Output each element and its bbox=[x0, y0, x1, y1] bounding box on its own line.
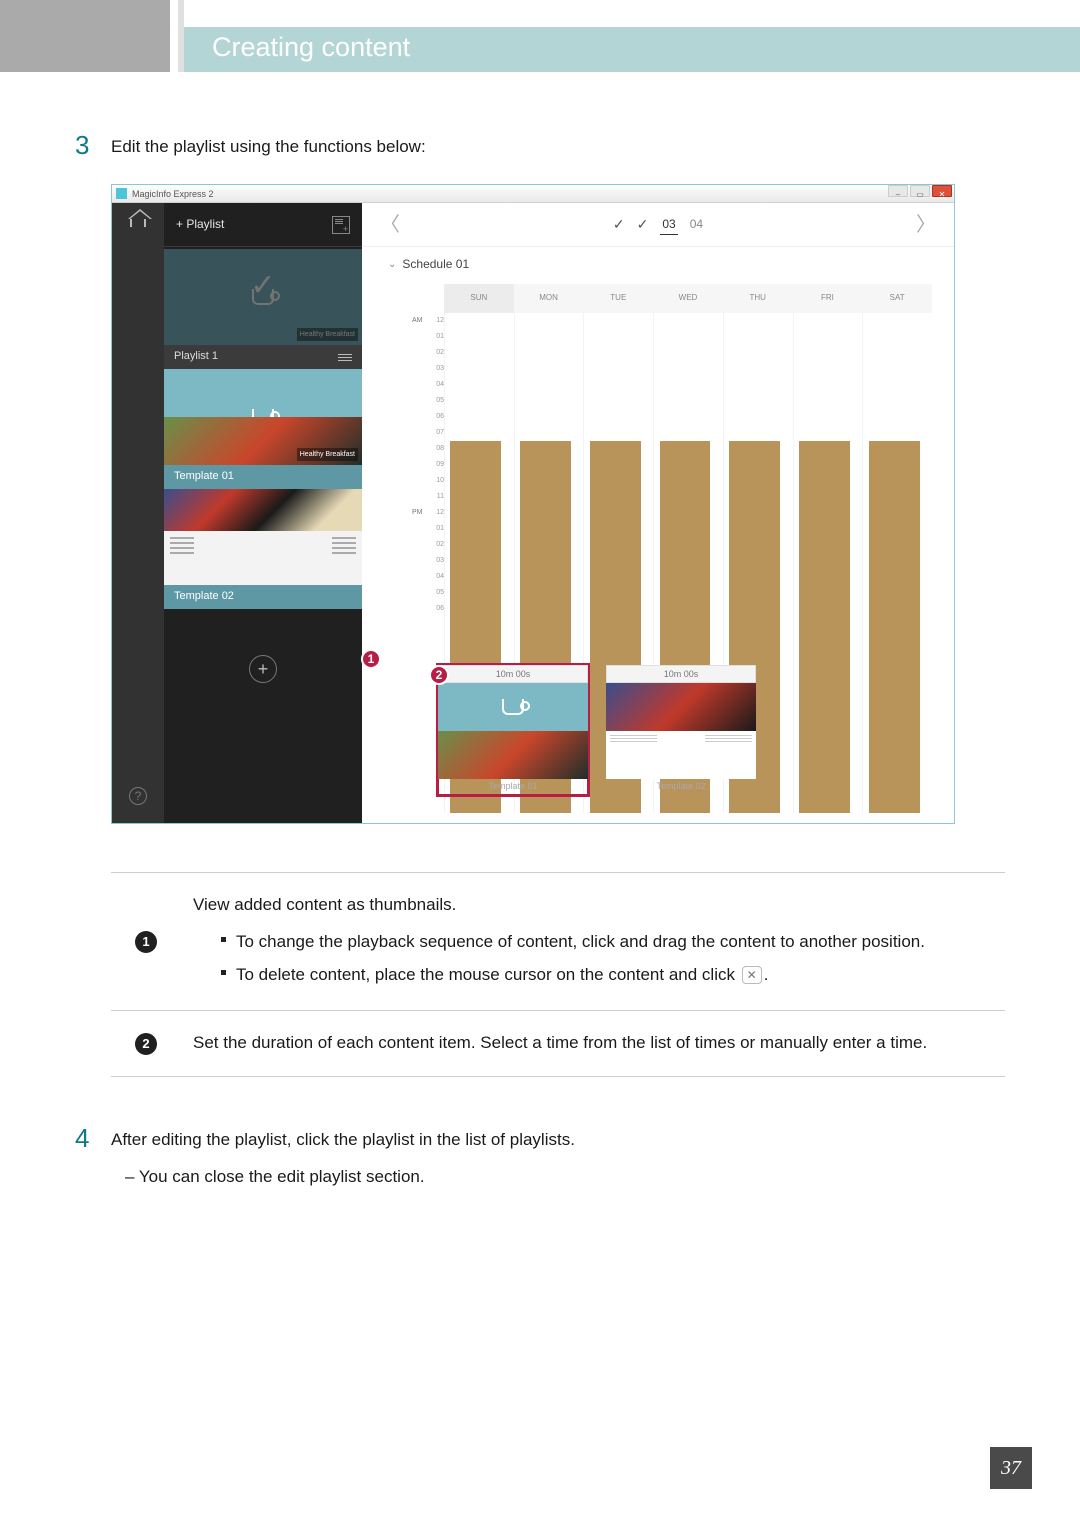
callout-1-head: View added content as thumbnails. bbox=[193, 891, 993, 920]
app-titlebar: MagicInfo Express 2 – ▭ ✕ bbox=[112, 185, 954, 203]
window-controls: – ▭ ✕ bbox=[886, 185, 952, 197]
day-header: SUN bbox=[444, 284, 514, 313]
callout-num-1: 1 bbox=[135, 931, 157, 953]
callout-2-text: Set the duration of each content item. S… bbox=[181, 1010, 1005, 1076]
step-text: After editing the playlist, click the pl… bbox=[111, 1126, 1005, 1153]
callout-2: 2 bbox=[429, 665, 449, 685]
tile-label: Template 02 bbox=[174, 588, 234, 606]
tile-label: Playlist 1 bbox=[174, 348, 218, 366]
callout-1-bullet: To change the playback sequence of conte… bbox=[236, 928, 925, 957]
content-card[interactable]: 10m 00s Template 02 bbox=[606, 665, 756, 795]
page-number: 37 bbox=[990, 1447, 1032, 1489]
callout-num-2: 2 bbox=[135, 1033, 157, 1055]
tile-label: Template 01 bbox=[174, 468, 234, 486]
minimize-button[interactable]: – bbox=[888, 185, 908, 197]
maximize-button[interactable]: ▭ bbox=[910, 185, 930, 197]
thumb-badge: Healthy Breakfast bbox=[297, 328, 358, 341]
day-header: WED bbox=[653, 284, 723, 313]
panel-title: + Playlist bbox=[176, 215, 224, 234]
sidebar: ? + Playlist ✓ bbox=[112, 203, 362, 823]
bullet-icon bbox=[221, 970, 226, 975]
content-type-icon bbox=[502, 699, 524, 715]
callout-1-bullet: To delete content, place the mouse curso… bbox=[236, 961, 768, 990]
schedule-name: Schedule 01 bbox=[402, 255, 469, 274]
callout-table: 1 View added content as thumbnails. To c… bbox=[111, 872, 1005, 1077]
prev-arrow-icon[interactable]: 〈 bbox=[380, 209, 400, 241]
thumb-badge: Healthy Breakfast bbox=[297, 448, 358, 461]
thumb-image bbox=[164, 489, 362, 531]
next-arrow-icon[interactable]: 〉 bbox=[916, 209, 936, 241]
app-icon bbox=[116, 188, 127, 199]
tile-menu-icon[interactable] bbox=[338, 354, 352, 361]
date-active: 03 bbox=[660, 215, 677, 235]
template-tile[interactable]: Template 02 bbox=[164, 489, 362, 609]
day-header: THU bbox=[723, 284, 793, 313]
close-button[interactable]: ✕ bbox=[932, 185, 952, 197]
plus-icon: + bbox=[249, 655, 277, 683]
app-screenshot: MagicInfo Express 2 – ▭ ✕ ? bbox=[111, 184, 955, 824]
left-margin-band bbox=[0, 0, 170, 72]
delete-x-icon: ✕ bbox=[742, 966, 762, 984]
date-inactive: 04 bbox=[690, 215, 703, 234]
bullet-icon bbox=[221, 937, 226, 942]
step-3: 3 Edit the playlist using the functions … bbox=[75, 130, 1005, 1077]
schedule-name-row[interactable]: ⌄ Schedule 01 bbox=[362, 247, 954, 284]
check-icon: ✓ bbox=[613, 213, 625, 235]
help-icon[interactable]: ? bbox=[129, 787, 147, 805]
content-type-icon bbox=[252, 289, 274, 305]
step-text: Edit the playlist using the functions be… bbox=[111, 133, 1005, 160]
duration-field[interactable]: 10m 00s bbox=[606, 665, 756, 683]
day-header: FRI bbox=[793, 284, 863, 313]
card-caption: Template 01 bbox=[438, 779, 588, 795]
calendar-header: SUN MON TUE WED THU FRI SAT bbox=[402, 284, 932, 313]
day-header: SAT bbox=[862, 284, 932, 313]
check-icon: ✓ bbox=[637, 213, 649, 235]
day-header: MON bbox=[514, 284, 584, 313]
template-tile[interactable]: Healthy Breakfast Template 01 bbox=[164, 369, 362, 489]
content-card[interactable]: 2 10m 00s Template 01 bbox=[438, 665, 588, 795]
new-playlist-icon[interactable] bbox=[332, 216, 350, 234]
step-number: 3 bbox=[75, 130, 95, 161]
nav-rail: ? bbox=[112, 203, 164, 823]
card-caption: Template 02 bbox=[606, 779, 756, 795]
playlist-editor-strip: 2 10m 00s Template 01 10m 00s bbox=[362, 657, 954, 795]
day-header: TUE bbox=[583, 284, 653, 313]
duration-field[interactable]: 2 10m 00s bbox=[438, 665, 588, 683]
add-tile[interactable]: + bbox=[164, 609, 362, 729]
app-title: MagicInfo Express 2 bbox=[132, 189, 214, 199]
step-sub: You can close the edit playlist section. bbox=[111, 1163, 1005, 1190]
step-number: 4 bbox=[75, 1123, 95, 1154]
selected-check-icon: ✓ bbox=[250, 262, 275, 310]
playlist-tile[interactable]: ✓ Healthy Breakfast Playlist 1 bbox=[164, 249, 362, 369]
step-4: 4 After editing the playlist, click the … bbox=[75, 1123, 1005, 1190]
chapter-header: Creating content bbox=[184, 27, 1080, 72]
chevron-down-icon: ⌄ bbox=[388, 257, 396, 273]
date-range[interactable]: ✓ ✓ 03 04 bbox=[613, 213, 703, 235]
playlist-panel: + Playlist ✓ Healthy Breakfast bbox=[164, 203, 362, 823]
home-icon[interactable] bbox=[130, 217, 146, 227]
